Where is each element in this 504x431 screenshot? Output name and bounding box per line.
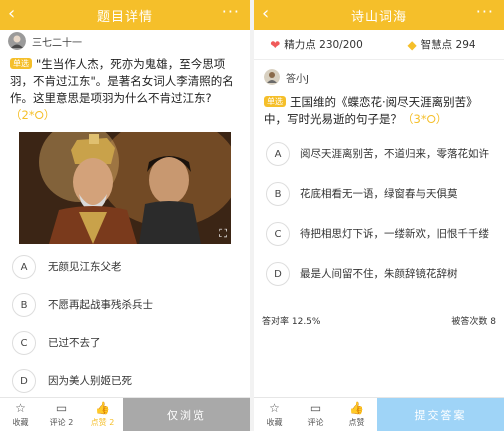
author-row[interactable]: 答小J xyxy=(254,60,504,88)
reward-label: （2*⭘） xyxy=(10,108,56,122)
fullscreen-icon[interactable]: ⛶ xyxy=(219,227,227,241)
reward-label: （3*⭘） xyxy=(402,112,448,126)
back-icon[interactable]: ‹ xyxy=(8,4,15,24)
option-c[interactable]: C 已过不去了 xyxy=(12,324,238,362)
star-icon: ☆ xyxy=(15,401,26,415)
like-button[interactable]: 👍 点赞 2 xyxy=(82,398,123,431)
heart-icon: ❤ xyxy=(270,37,281,52)
page-title: 诗山词海 xyxy=(350,9,407,25)
option-c[interactable]: C 待把相思灯下诉，一缕新欢，旧恨千千缕 xyxy=(266,214,492,254)
question-body: "生当作人杰，死亦为鬼雄，至今思项羽，不肯过江东"。是著名女词人李清照的名作。这… xyxy=(10,57,234,105)
bottom-toolbar: ☆ 收藏 ▭ 评论 2 👍 点赞 2 仅浏览 xyxy=(0,397,250,431)
favorite-label: 收藏 xyxy=(266,418,283,427)
answer-count: 被答次数 8 xyxy=(451,317,496,327)
browse-only-button[interactable]: 仅浏览 xyxy=(123,398,250,431)
accuracy-rate: 答对率 12.5% xyxy=(262,317,321,327)
option-key: D xyxy=(12,369,36,393)
author-name: 三七二十一 xyxy=(32,37,82,49)
single-choice-badge: 单选 xyxy=(10,58,32,69)
comment-icon: ▭ xyxy=(309,401,322,415)
option-d[interactable]: D 最是人间留不住，朱颜辞镜花辞树 xyxy=(266,254,492,294)
comment-button[interactable]: ▭ 评论 xyxy=(295,398,336,431)
thumbs-up-icon: 👍 xyxy=(349,401,364,415)
bottom-toolbar: ☆ 收藏 ▭ 评论 👍 点赞 提交答案 xyxy=(254,397,504,431)
more-icon[interactable]: ··· xyxy=(476,2,494,22)
thumbs-up-icon: 👍 xyxy=(95,401,110,415)
avatar[interactable] xyxy=(8,32,26,50)
option-key: A xyxy=(266,142,290,166)
comment-button[interactable]: ▭ 评论 2 xyxy=(41,398,82,431)
author-name: 答小J xyxy=(286,73,309,85)
option-b[interactable]: B 不愿再起战事残杀兵士 xyxy=(12,286,238,324)
options-list: A 无颜见江东父老 B 不愿再起战事残杀兵士 C 已过不去了 D 因为美人别姬已… xyxy=(0,248,250,400)
submit-answer-button[interactable]: 提交答案 xyxy=(377,398,504,431)
header-bar: ‹ 题目详情 ··· xyxy=(0,0,250,30)
option-text: 因为美人别姬已死 xyxy=(48,375,132,387)
option-key: B xyxy=(266,182,290,206)
like-button[interactable]: 👍 点赞 xyxy=(336,398,377,431)
like-label: 点赞 xyxy=(348,418,365,427)
page-title: 题目详情 xyxy=(96,9,153,25)
header-bar: ‹ 诗山词海 ··· xyxy=(254,0,504,30)
option-text: 无颜见江东父老 xyxy=(48,261,122,273)
option-key: D xyxy=(266,262,290,286)
option-text: 最是人间留不住，朱颜辞镜花辞树 xyxy=(300,268,458,280)
option-text: 花底相看无一语，绿窗春与天俱莫 xyxy=(300,188,458,200)
wisdom-stat: ◆ 智慧点 294 xyxy=(379,37,504,52)
wisdom-label: 智慧点 294 xyxy=(420,39,476,51)
option-key: A xyxy=(12,255,36,279)
question-text: 单选 王国维的《蝶恋花·阅尽天涯离别苦》中，写时光易逝的句子是？（3*⭘） xyxy=(254,88,504,128)
option-key: C xyxy=(266,222,290,246)
option-text: 已过不去了 xyxy=(48,337,101,349)
diamond-icon: ◆ xyxy=(407,37,417,52)
question-text: 单选 "生当作人杰，死亦为鬼雄，至今思项羽，不肯过江东"。是著名女词人李清照的名作… xyxy=(0,52,250,124)
more-icon[interactable]: ··· xyxy=(222,2,240,22)
back-icon[interactable]: ‹ xyxy=(262,4,269,24)
energy-label: 精力点 230/200 xyxy=(284,39,363,51)
option-a[interactable]: A 无颜见江东父老 xyxy=(12,248,238,286)
right-screen: ‹ 诗山词海 ··· ❤ 精力点 230/200 ◆ 智慧点 294 答小J 单… xyxy=(254,0,504,431)
option-b[interactable]: B 花底相看无一语，绿窗春与天俱莫 xyxy=(266,174,492,214)
star-icon: ☆ xyxy=(269,401,280,415)
portrait-figures xyxy=(19,132,231,244)
left-screen: ‹ 题目详情 ··· 三七二十一 单选 "生当作人杰，死亦为鬼雄，至今思项羽，不肯… xyxy=(0,0,250,431)
comment-label: 评论 xyxy=(307,418,324,427)
option-text: 阅尽天涯离别苦，不道归来，零落花如许 xyxy=(300,148,489,160)
option-d[interactable]: D 因为美人别姬已死 xyxy=(12,362,238,400)
option-text: 待把相思灯下诉，一缕新欢，旧恨千千缕 xyxy=(300,228,489,240)
author-row[interactable]: 三七二十一 xyxy=(0,30,250,52)
favorite-button[interactable]: ☆ 收藏 xyxy=(0,398,41,431)
question-image[interactable]: ⛶ xyxy=(19,132,231,244)
stats-bar: ❤ 精力点 230/200 ◆ 智慧点 294 xyxy=(254,30,504,60)
like-label: 点赞 2 xyxy=(90,418,115,427)
comment-icon: ▭ xyxy=(55,401,68,415)
options-list: A 阅尽天涯离别苦，不道归来，零落花如许 B 花底相看无一语，绿窗春与天俱莫 C… xyxy=(254,134,504,294)
option-key: B xyxy=(12,293,36,317)
energy-stat: ❤ 精力点 230/200 xyxy=(254,37,379,52)
avatar[interactable] xyxy=(264,69,280,85)
comment-label: 评论 2 xyxy=(49,418,74,427)
single-choice-badge: 单选 xyxy=(264,96,286,107)
answer-stats: 答对率 12.5% 被答次数 8 xyxy=(254,314,504,327)
option-text: 不愿再起战事残杀兵士 xyxy=(48,299,153,311)
option-a[interactable]: A 阅尽天涯离别苦，不道归来，零落花如许 xyxy=(266,134,492,174)
option-key: C xyxy=(12,331,36,355)
favorite-button[interactable]: ☆ 收藏 xyxy=(254,398,295,431)
favorite-label: 收藏 xyxy=(12,418,29,427)
